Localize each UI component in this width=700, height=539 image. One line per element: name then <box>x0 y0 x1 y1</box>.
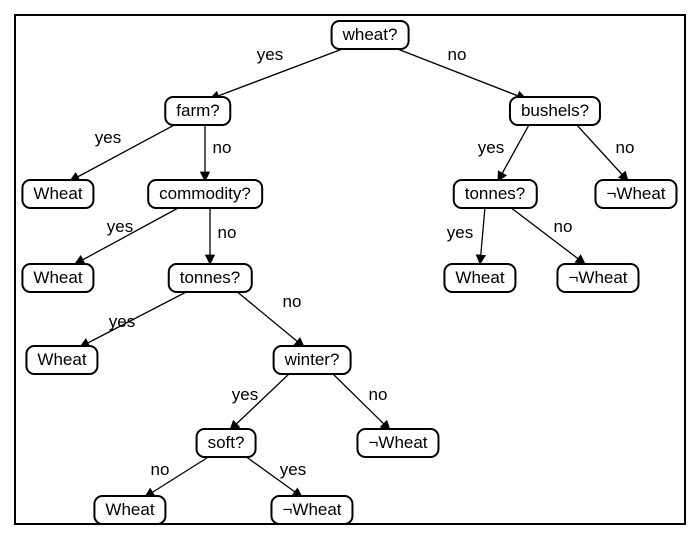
leaf-not-wheat: ¬Wheat <box>594 179 677 209</box>
edge-label-yes: yes <box>257 45 283 65</box>
edge-label-no: no <box>218 223 237 243</box>
node-bushels: bushels? <box>509 96 601 126</box>
leaf-not-wheat: ¬Wheat <box>556 263 639 293</box>
edge-label-no: no <box>283 292 302 312</box>
edge-label-no: no <box>151 460 170 480</box>
leaf-wheat: Wheat <box>21 263 94 293</box>
edge-label-no: no <box>369 385 388 405</box>
node-wheat: wheat? <box>331 20 410 50</box>
edge-label-yes: yes <box>478 138 504 158</box>
edge-label-yes: yes <box>232 385 258 405</box>
edge-label-no: no <box>213 138 232 158</box>
edge-label-no: no <box>554 217 573 237</box>
edge-label-yes: yes <box>95 128 121 148</box>
leaf-wheat: Wheat <box>443 263 516 293</box>
leaf-not-wheat: ¬Wheat <box>270 495 353 525</box>
node-farm: farm? <box>164 96 231 126</box>
node-winter: winter? <box>273 345 352 375</box>
edge-label-yes: yes <box>447 223 473 243</box>
edge-label-yes: yes <box>107 217 133 237</box>
node-soft: soft? <box>196 428 257 458</box>
node-tonnes: tonnes? <box>453 179 538 209</box>
edge-label-no: no <box>616 138 635 158</box>
leaf-wheat: Wheat <box>93 495 166 525</box>
edge-label-yes: yes <box>280 460 306 480</box>
leaf-not-wheat: ¬Wheat <box>356 428 439 458</box>
leaf-wheat: Wheat <box>25 345 98 375</box>
node-commodity: commodity? <box>147 179 263 209</box>
edge-label-no: no <box>448 45 467 65</box>
decision-tree-canvas: wheat? yes no farm? bushels? yes no yes … <box>0 0 700 539</box>
node-tonnes: tonnes? <box>168 263 253 293</box>
edge-label-yes: yes <box>109 312 135 332</box>
leaf-wheat: Wheat <box>21 179 94 209</box>
